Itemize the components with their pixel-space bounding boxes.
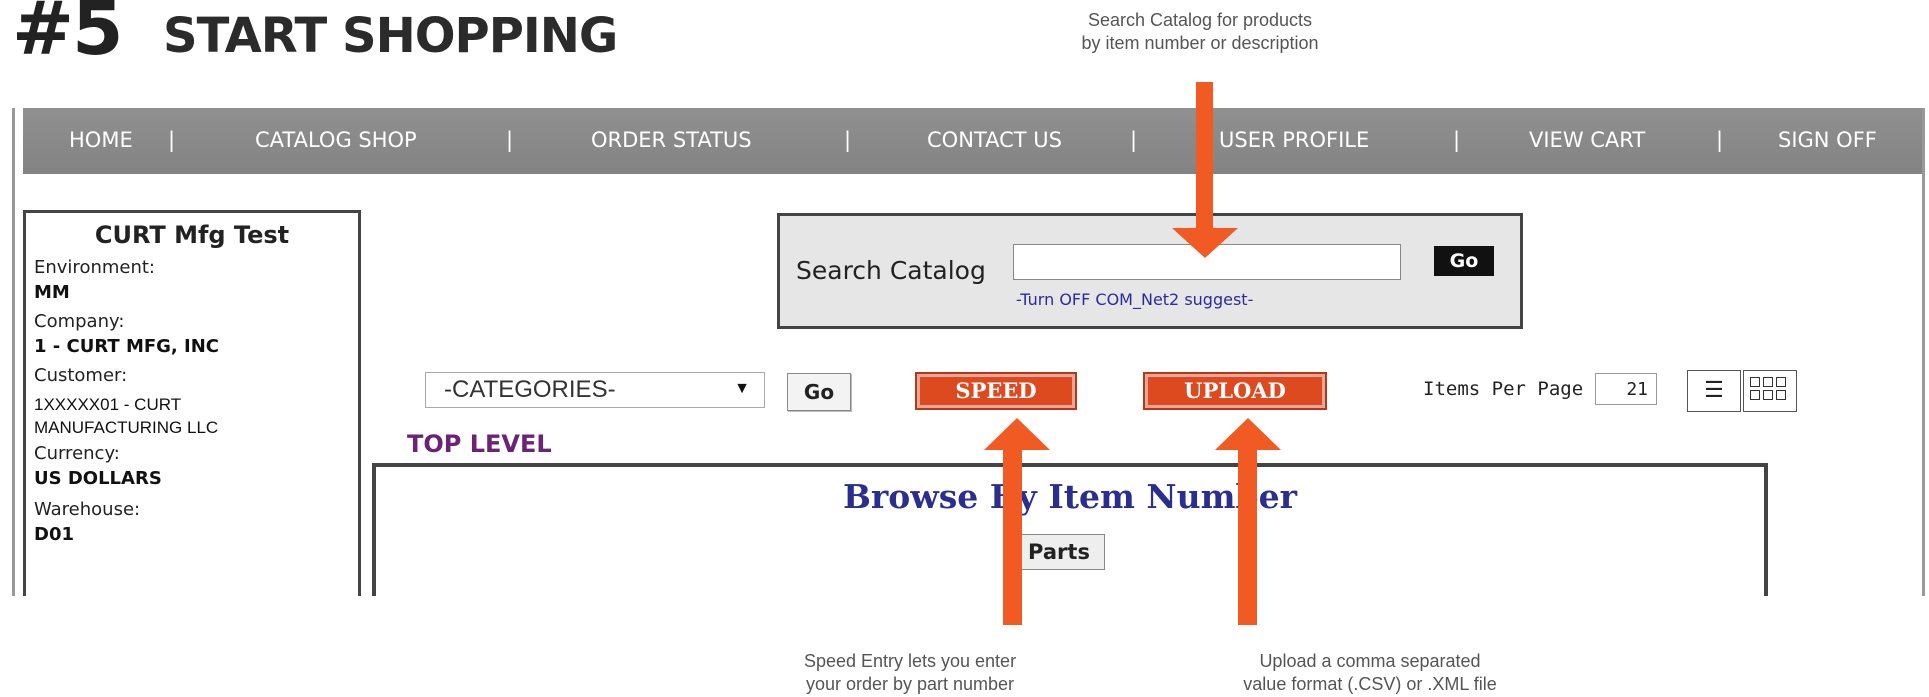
search-label: Search Catalog: [796, 256, 986, 285]
nav-sign-off[interactable]: SIGN OFF: [1778, 128, 1877, 152]
speed-entry-button[interactable]: SPEED ENTRY: [915, 372, 1077, 437]
step-number: #5: [12, 0, 123, 72]
nav-separator: |: [168, 128, 176, 152]
callout-upload: Upload a comma separated value format (.…: [1200, 650, 1540, 696]
environment-label: Environment:: [34, 257, 155, 278]
nav-user-profile[interactable]: USER PROFILE: [1219, 128, 1369, 152]
callout-search: Search Catalog for products by item numb…: [1040, 9, 1360, 55]
nav-catalog-shop[interactable]: CATALOG SHOP: [255, 128, 417, 152]
browse-by-item-panel: Browse By Item Number Parts: [372, 463, 1768, 596]
warehouse-label: Warehouse:: [34, 499, 141, 520]
customer-label: Customer:: [34, 365, 128, 386]
company-label: Company:: [34, 311, 125, 332]
environment-value: MM: [34, 282, 70, 303]
nav-contact-us[interactable]: CONTACT US: [927, 128, 1062, 152]
list-view-button[interactable]: ☰: [1687, 370, 1741, 412]
callout-search-line1: Search Catalog for products: [1087, 10, 1313, 30]
list-view-icon: ☰: [1704, 377, 1724, 402]
catalog-screenshot: HOME | CATALOG SHOP | ORDER STATUS | CON…: [12, 108, 1925, 596]
search-catalog-panel: Search Catalog Go -Turn OFF COM_Net2 sug…: [777, 213, 1523, 329]
nav-separator: |: [1130, 128, 1138, 152]
screen-frame-edge: [1922, 108, 1925, 596]
customer-value-line2: MANUFACTURING LLC: [34, 418, 219, 437]
page-title: START SHOPPING: [163, 8, 618, 64]
callout-upload-line1: Upload a comma separated: [1259, 651, 1481, 671]
suggest-toggle-link[interactable]: -Turn OFF COM_Net2 suggest-: [1016, 290, 1253, 309]
account-title: CURT Mfg Test: [94, 221, 290, 249]
currency-value: US DOLLARS: [34, 468, 162, 489]
nav-separator: |: [844, 128, 852, 152]
nav-separator: |: [506, 128, 514, 152]
categories-select[interactable]: -CATEGORIES- ▼: [425, 372, 765, 408]
company-value: 1 - CURT MFG, INC: [34, 336, 220, 357]
browse-title: Browse By Item Number: [843, 477, 1297, 516]
callout-speed-line1: Speed Entry lets you enter: [803, 651, 1017, 671]
items-per-page-input[interactable]: 21: [1595, 373, 1657, 405]
categories-go-button[interactable]: Go: [787, 373, 851, 411]
customer-value-line1: 1XXXXX01 - CURT: [34, 395, 182, 414]
currency-label: Currency:: [34, 443, 120, 464]
parts-button[interactable]: Parts: [1013, 534, 1105, 570]
account-info-panel: CURT Mfg Test Environment: MM Company: 1…: [23, 210, 361, 596]
grid-view-button[interactable]: [1743, 370, 1797, 412]
nav-order-status[interactable]: ORDER STATUS: [591, 128, 752, 152]
callout-speed-entry: Speed Entry lets you enter your order by…: [760, 650, 1060, 696]
callout-speed-line2: your order by part number: [805, 674, 1015, 694]
dropdown-caret-icon: ▼: [734, 380, 750, 397]
nav-separator: |: [1716, 128, 1724, 152]
main-nav: HOME | CATALOG SHOP | ORDER STATUS | CON…: [23, 108, 1925, 174]
nav-separator: |: [1453, 128, 1461, 152]
callout-upload-line2: value format (.CSV) or .XML file: [1243, 674, 1497, 694]
nav-home[interactable]: HOME: [69, 128, 133, 152]
nav-view-cart[interactable]: VIEW CART: [1529, 128, 1645, 152]
categories-selected-value: -CATEGORIES-: [444, 376, 616, 403]
breadcrumb-top-level[interactable]: TOP LEVEL: [407, 430, 552, 458]
callout-search-line2: by item number or description: [1081, 33, 1319, 53]
warehouse-value: D01: [34, 524, 74, 545]
upload-order-button[interactable]: UPLOAD ORDER: [1143, 372, 1327, 437]
items-per-page-label: Items Per Page: [1423, 378, 1584, 400]
search-go-button[interactable]: Go: [1434, 246, 1494, 276]
